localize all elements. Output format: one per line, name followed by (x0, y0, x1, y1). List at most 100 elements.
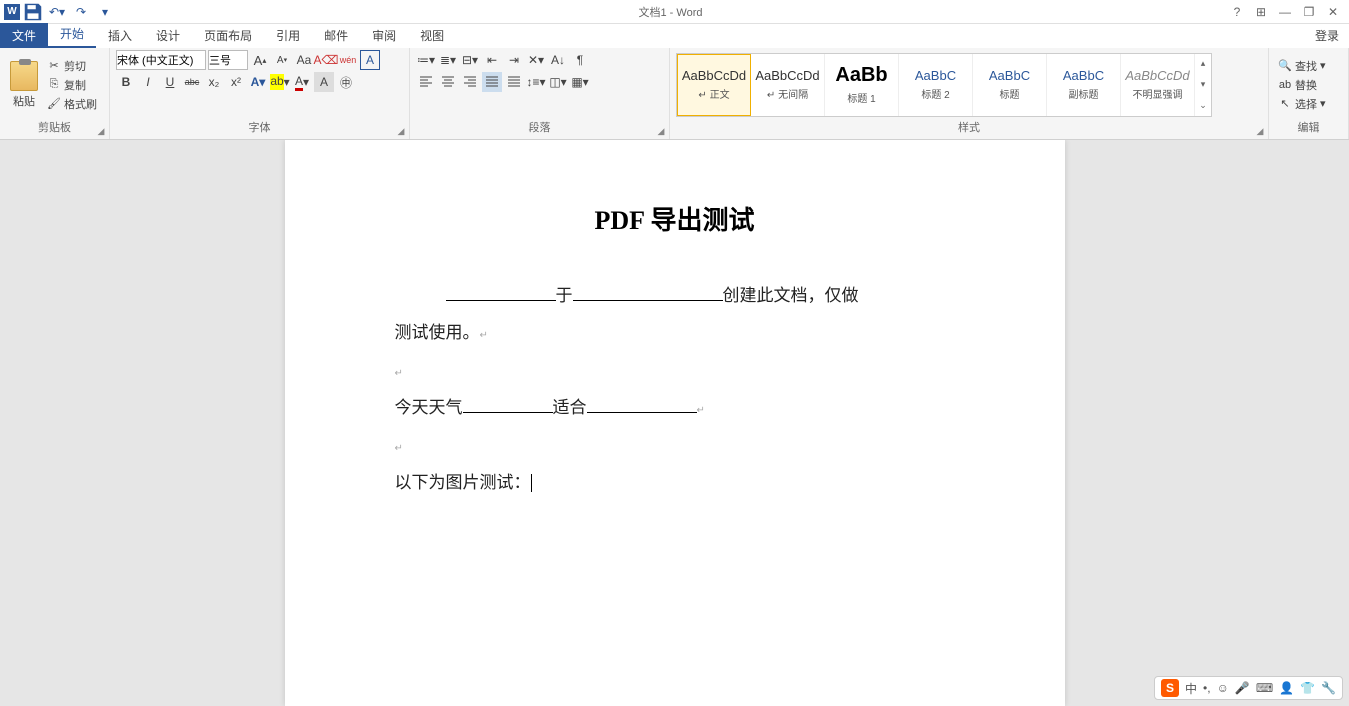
strike-button[interactable]: abc (182, 72, 202, 92)
group-paragraph-label: 段落 (416, 119, 663, 137)
page[interactable]: PDF 导出测试 于创建此文档，仅做 测试使用。↵ ↵ 今天天气适合↵ ↵ 以下… (285, 140, 1065, 706)
align-right-button[interactable] (460, 72, 480, 92)
enclose-char-button[interactable]: ㊥ (336, 72, 356, 92)
style-item[interactable]: AaBbCcDd↵ 正文 (677, 54, 751, 116)
align-left-button[interactable] (416, 72, 436, 92)
sort-button[interactable]: A↓ (548, 50, 568, 70)
select-button[interactable]: ↖选择 ▾ (1275, 95, 1329, 113)
grow-font-button[interactable]: A▴ (250, 50, 270, 70)
style-item-preview: AaBbCcDd (682, 68, 746, 83)
style-item[interactable]: AaBbCcDd↵ 无间隔 (751, 54, 825, 116)
char-border-button[interactable]: A (360, 50, 380, 70)
blank-field[interactable] (446, 284, 556, 301)
blank-field[interactable] (573, 284, 723, 301)
style-item[interactable]: AaBbC标题 2 (899, 54, 973, 116)
shading-button[interactable]: ◫▾ (548, 72, 568, 92)
format-painter-button[interactable]: 🖌格式刷 (44, 95, 100, 113)
ime-keyboard-icon[interactable]: ⌨ (1256, 681, 1273, 695)
underline-button[interactable]: U (160, 72, 180, 92)
font-color-button[interactable]: A▾ (292, 72, 312, 92)
style-item-label: 标题 2 (921, 86, 949, 101)
bold-button[interactable]: B (116, 72, 136, 92)
char-shading-button[interactable]: A (314, 72, 334, 92)
bullets-button[interactable]: ≔▾ (416, 50, 436, 70)
blank-field[interactable] (463, 396, 553, 413)
tab-review[interactable]: 审阅 (360, 23, 408, 48)
change-case-button[interactable]: Aa (294, 50, 314, 70)
align-center-button[interactable] (438, 72, 458, 92)
ime-face-icon[interactable]: ☺ (1217, 681, 1229, 695)
ime-mic-icon[interactable]: 🎤 (1235, 681, 1250, 695)
group-font: A▴ A▾ Aa A⌫ wén A B I U abc x₂ x² A▾ ab▾… (110, 48, 410, 139)
ime-tool-icon[interactable]: 🔧 (1321, 681, 1336, 695)
para-mark-icon: ↵ (395, 368, 403, 379)
style-item[interactable]: AaBbCcDd不明显强调 (1121, 54, 1195, 116)
phonetic-button[interactable]: wén (338, 50, 358, 70)
replace-button[interactable]: ab替换 (1275, 76, 1329, 94)
save-button[interactable] (22, 2, 44, 22)
undo-button[interactable]: ↶▾ (46, 2, 68, 22)
replace-icon: ab (1278, 78, 1292, 92)
superscript-button[interactable]: x² (226, 72, 246, 92)
tab-insert[interactable]: 插入 (96, 23, 144, 48)
paste-button[interactable]: 粘贴 (6, 59, 42, 111)
tab-mailings[interactable]: 邮件 (312, 23, 360, 48)
tab-design[interactable]: 设计 (144, 23, 192, 48)
paragraph-launcher[interactable]: ◢ (655, 125, 667, 137)
ribbon-options-button[interactable]: ⊞ (1251, 2, 1271, 22)
find-button[interactable]: 🔍查找 ▾ (1275, 57, 1329, 75)
line-spacing-button[interactable]: ↕≡▾ (526, 72, 546, 92)
italic-button[interactable]: I (138, 72, 158, 92)
styles-launcher[interactable]: ◢ (1254, 125, 1266, 137)
multilevel-button[interactable]: ⊟▾ (460, 50, 480, 70)
tab-file[interactable]: 文件 (0, 23, 48, 48)
blank-field[interactable] (587, 396, 697, 413)
style-item[interactable]: AaBbC标题 (973, 54, 1047, 116)
gallery-more[interactable]: ▴▾⌄ (1195, 54, 1211, 116)
styles-gallery[interactable]: AaBbCcDd↵ 正文AaBbCcDd↵ 无间隔AaBb标题 1AaBbC标题… (676, 53, 1212, 117)
clear-format-button[interactable]: A⌫ (316, 50, 336, 70)
minimize-button[interactable]: — (1275, 2, 1295, 22)
distribute-button[interactable] (504, 72, 524, 92)
find-icon: 🔍 (1278, 59, 1292, 73)
copy-button[interactable]: ⎘复制 (44, 76, 100, 94)
font-size-combo[interactable] (208, 50, 248, 70)
tab-references[interactable]: 引用 (264, 23, 312, 48)
qat-customize[interactable]: ▾ (94, 2, 116, 22)
ime-punct[interactable]: •, (1203, 681, 1211, 695)
justify-button[interactable] (482, 72, 502, 92)
subscript-button[interactable]: x₂ (204, 72, 224, 92)
restore-button[interactable]: ❐ (1299, 2, 1319, 22)
group-editing: 🔍查找 ▾ ab替换 ↖选择 ▾ 编辑 (1269, 48, 1349, 139)
tab-home[interactable]: 开始 (48, 21, 96, 48)
text-effects-button[interactable]: A▾ (248, 72, 268, 92)
cut-button[interactable]: ✂剪切 (44, 57, 100, 75)
style-item-preview: AaBbCcDd (1125, 68, 1189, 83)
ime-toolbar[interactable]: S 中 •, ☺ 🎤 ⌨ 👤 👕 🔧 (1154, 676, 1343, 700)
shrink-font-button[interactable]: A▾ (272, 50, 292, 70)
help-button[interactable]: ? (1227, 2, 1247, 22)
sogou-icon[interactable]: S (1161, 679, 1179, 697)
asian-layout-button[interactable]: ✕▾ (526, 50, 546, 70)
font-name-combo[interactable] (116, 50, 206, 70)
signin-link[interactable]: 登录 (1305, 23, 1349, 48)
redo-button[interactable]: ↷ (70, 2, 92, 22)
tab-view[interactable]: 视图 (408, 23, 456, 48)
ime-person-icon[interactable]: 👤 (1279, 681, 1294, 695)
inc-indent-button[interactable]: ⇥ (504, 50, 524, 70)
ime-lang[interactable]: 中 (1185, 680, 1197, 697)
clipboard-launcher[interactable]: ◢ (95, 125, 107, 137)
font-launcher[interactable]: ◢ (395, 125, 407, 137)
style-item[interactable]: AaBb标题 1 (825, 54, 899, 116)
show-marks-button[interactable]: ¶ (570, 50, 590, 70)
document-area[interactable]: PDF 导出测试 于创建此文档，仅做 测试使用。↵ ↵ 今天天气适合↵ ↵ 以下… (0, 140, 1349, 706)
numbering-button[interactable]: ≣▾ (438, 50, 458, 70)
tab-layout[interactable]: 页面布局 (192, 23, 264, 48)
style-item[interactable]: AaBbC副标题 (1047, 54, 1121, 116)
ime-skin-icon[interactable]: 👕 (1300, 681, 1315, 695)
copy-icon: ⎘ (47, 78, 61, 92)
close-button[interactable]: ✕ (1323, 2, 1343, 22)
dec-indent-button[interactable]: ⇤ (482, 50, 502, 70)
highlight-button[interactable]: ab▾ (270, 72, 290, 92)
borders-button[interactable]: ▦▾ (570, 72, 590, 92)
